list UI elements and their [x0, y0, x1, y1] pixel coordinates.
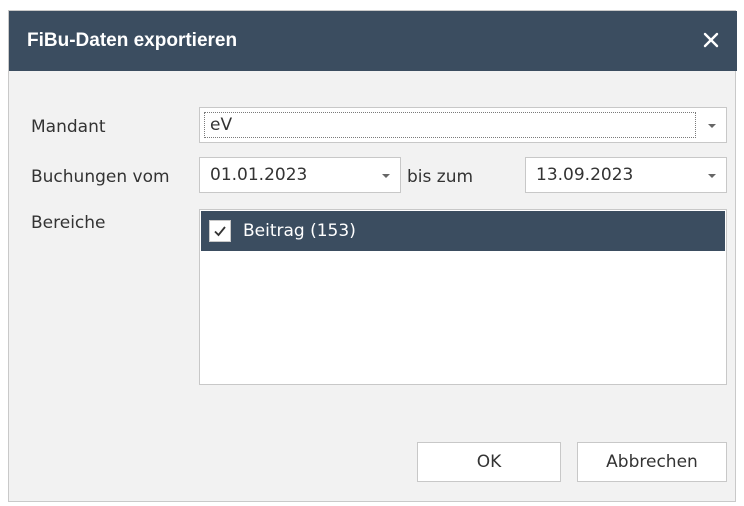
from-date-value: 01.01.2023 [210, 165, 308, 185]
from-date-picker[interactable]: 01.01.2023 [199, 157, 401, 193]
to-date-picker[interactable]: 13.09.2023 [525, 157, 727, 193]
bereiche-checklist[interactable]: Beitrag (153) [199, 209, 727, 385]
bereiche-label: Bereiche [31, 213, 106, 233]
close-icon [703, 32, 719, 48]
list-item[interactable]: Beitrag (153) [201, 211, 725, 251]
close-button[interactable] [695, 24, 727, 56]
ok-button[interactable]: OK [417, 442, 561, 482]
bis-label: bis zum [407, 167, 474, 187]
mandant-label: Mandant [31, 117, 106, 137]
mandant-combobox[interactable]: eV [199, 107, 727, 143]
cancel-button[interactable]: Abbrechen [577, 442, 727, 482]
buchungen-label: Buchungen vom [31, 167, 170, 187]
focus-indicator [204, 112, 696, 138]
dialog-title: FiBu-Daten exportieren [27, 30, 238, 51]
list-item-label: Beitrag (153) [243, 221, 356, 241]
chevron-down-icon[interactable] [378, 168, 394, 184]
checkmark-icon [214, 226, 226, 237]
mandant-value: eV [210, 115, 233, 135]
chevron-down-icon[interactable] [704, 118, 720, 134]
checkbox[interactable] [209, 220, 231, 242]
export-dialog: FiBu-Daten exportieren Mandant eV Buchun… [8, 10, 737, 502]
dialog-titlebar: FiBu-Daten exportieren [9, 11, 737, 71]
chevron-down-icon[interactable] [704, 168, 720, 184]
to-date-value: 13.09.2023 [536, 165, 634, 185]
